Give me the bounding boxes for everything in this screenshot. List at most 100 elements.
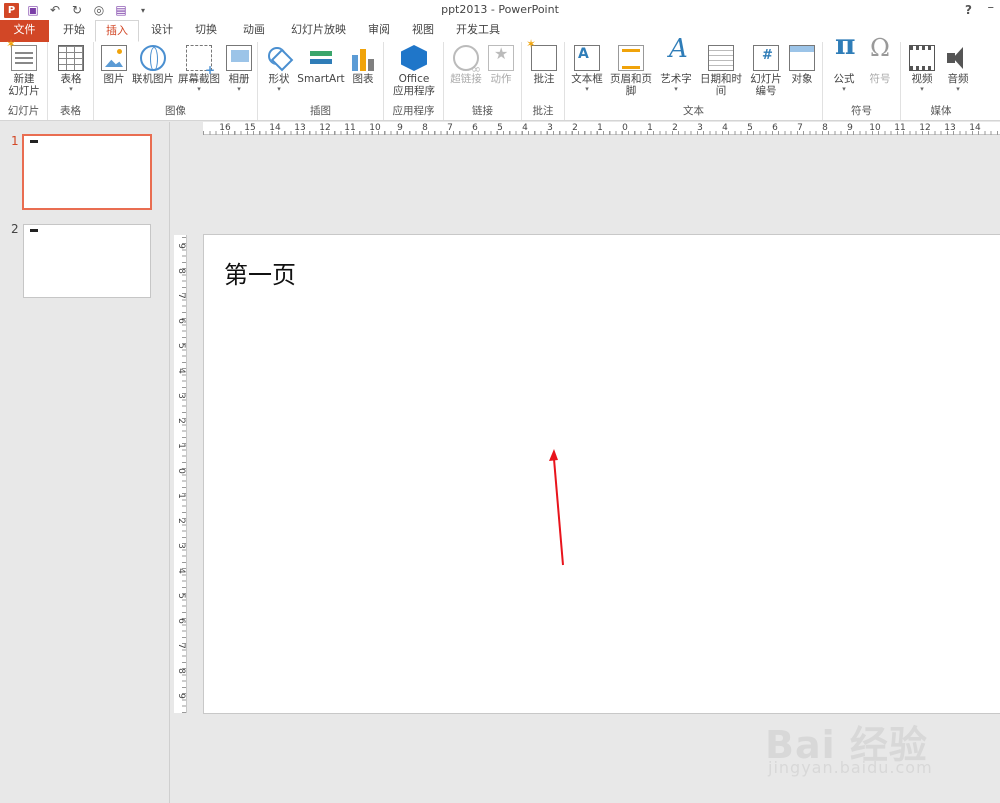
vertical-ruler: 9 8 7 6 5 4 3 2 1 0 1 2 3 4 5 6 7 8 9 [174,235,187,713]
online-picture-label: 联机图片 [132,73,174,85]
red-annotation-arrow [549,449,564,566]
tab-home[interactable]: 开始 [53,20,95,42]
picture-icon [101,45,127,71]
action-icon [488,45,514,71]
online-picture-button[interactable]: 联机图片 [130,45,176,85]
screenshot-icon [186,45,215,76]
ruler-label: 4 [722,123,728,133]
new-slide-button[interactable]: 新建 幻灯片 [5,38,43,97]
slide-thumbnail-1[interactable] [22,134,152,210]
photo-album-button[interactable]: 相册 ▾ [224,45,254,93]
group-media: 视频 ▾ 音频 ▾ 媒体 [901,42,981,120]
tab-developer[interactable]: 开发工具 [446,20,510,42]
smartart-button[interactable]: SmartArt [296,45,346,85]
comment-icon [526,38,557,71]
online-picture-icon [140,45,166,71]
ruler-label: 14 [969,123,981,133]
ruler-label: 5 [176,593,186,599]
thumbnail-title-mark [30,140,38,143]
tab-view[interactable]: 视图 [402,20,444,42]
group-links: 超链接 动作 链接 [444,42,522,120]
chevron-down-icon: ▾ [277,85,281,93]
ruler-label: 5 [747,123,753,133]
ruler-label: 4 [176,368,186,374]
ruler-label: 6 [176,318,186,324]
action-button[interactable]: 动作 [486,45,516,85]
minimize-button[interactable]: – [988,0,995,15]
slide-number-label-2: 编号 [755,85,777,97]
slide-title[interactable]: 第一页 [224,255,296,290]
office-store-icon [401,45,427,71]
powerpoint-window: P ▣ ↶ ↻ ◎ ▤ ▾ ppt2013 - PowerPoint ? – 文… [0,0,1000,803]
slide-thumbnail-pane: 1 2 [0,122,170,803]
textbox-label: 文本框 [571,73,603,85]
baidu-jingyan-watermark: Bai 经验 jingyan.baidu.com [765,700,965,790]
picture-button[interactable]: 图片 [100,45,128,85]
video-button[interactable]: 视频 ▾ [907,45,937,93]
chevron-down-icon: ▾ [956,85,960,93]
tab-animations[interactable]: 动画 [233,20,275,42]
textbox-button[interactable]: 文本框 ▾ [569,45,605,93]
comment-label: 批注 [533,73,555,85]
chart-label: 图表 [352,73,374,85]
tab-slideshow[interactable]: 幻灯片放映 [281,20,356,42]
ruler-label: 7 [176,293,186,299]
shapes-button[interactable]: 形状 ▾ [264,45,294,93]
smartart-label: SmartArt [297,73,345,85]
ruler-label: 5 [176,343,186,349]
ruler-label: 7 [447,123,453,133]
header-footer-button[interactable]: 页眉和页脚 [605,45,657,97]
speaker-icon [945,45,971,71]
object-button[interactable]: 对象 [787,45,817,85]
ruler-label: 3 [547,123,553,133]
wordart-button[interactable]: 艺术字 ▾ [659,43,693,93]
ruler-label: 3 [176,393,186,399]
ruler-label: 10 [369,123,381,133]
group-label-illustrations: 插图 [310,105,331,117]
ruler-label: 11 [894,123,906,133]
ruler-label: 3 [176,543,186,549]
group-label-slides: 幻灯片 [7,105,40,117]
tab-design[interactable]: 设计 [141,20,183,42]
group-label-links: 链接 [472,105,493,117]
symbol-button[interactable]: 符号 [865,42,895,85]
office-apps-button[interactable]: Office 应用程序 [388,45,440,97]
slide-number-button[interactable]: 幻灯片 编号 [749,45,783,97]
chevron-down-icon: ▾ [842,85,846,93]
ribbon: 新建 幻灯片 幻灯片 表格 ▾ 表格 图片 联机图片 [0,38,1000,121]
table-icon [58,45,84,71]
tab-review[interactable]: 审阅 [358,20,400,42]
date-time-button[interactable]: 日期和时间 [695,45,747,97]
group-comments: 批注 批注 [522,38,565,120]
hyperlink-button[interactable]: 超链接 [448,45,484,85]
audio-button[interactable]: 音频 ▾ [943,45,973,93]
ruler-label: 2 [672,123,678,133]
ruler-label: 6 [176,618,186,624]
new-slide-label-1: 新建 [13,73,35,85]
photo-album-icon [226,45,252,71]
chart-button[interactable]: 图表 [348,45,378,85]
table-button[interactable]: 表格 ▾ [56,45,86,93]
group-text: 文本框 ▾ 页眉和页脚 艺术字 ▾ 日期和时间 幻灯片 编号 [565,42,823,120]
comment-button[interactable]: 批注 [526,38,559,85]
tab-transitions[interactable]: 切换 [185,20,227,42]
equation-button[interactable]: 公式 ▾ [829,39,859,93]
screenshot-button[interactable]: 屏幕截图 ▾ [176,45,222,93]
photo-album-label: 相册 [228,73,250,85]
ruler-label: 16 [219,123,231,133]
tab-insert[interactable]: 插入 [95,20,139,42]
wordart-icon [663,43,689,71]
shapes-label: 形状 [268,73,290,85]
thumbnail-number: 1 [11,134,19,148]
help-button[interactable]: ? [965,3,972,17]
chevron-down-icon: ▾ [237,85,241,93]
slide-thumbnail-2[interactable] [23,224,151,298]
slide-canvas[interactable]: 第一页 [203,234,1000,714]
group-label-text: 文本 [683,105,704,117]
group-symbols: 公式 ▾ 符号 符号 [823,39,901,120]
ruler-label: 9 [176,693,186,699]
ruler-label: 2 [572,123,578,133]
ruler-label: 1 [647,123,653,133]
action-label: 动作 [490,73,512,85]
group-label-symbols: 符号 [851,105,872,117]
